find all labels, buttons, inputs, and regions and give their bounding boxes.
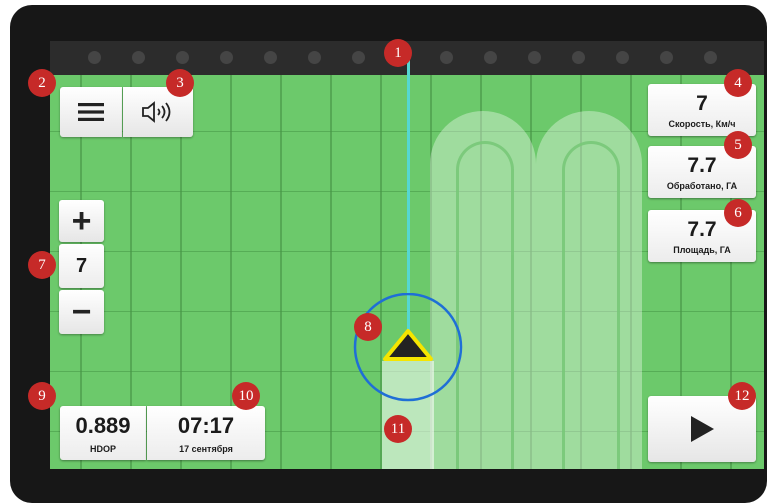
hdop-panel: 0.889 HDOP xyxy=(60,406,146,460)
plus-icon: + xyxy=(71,202,92,240)
field-stripe xyxy=(280,41,282,469)
indicator-dot xyxy=(616,51,629,64)
zoom-out-button[interactable]: − xyxy=(59,290,104,334)
indicator-dot xyxy=(132,51,145,64)
marker-11: 11 xyxy=(384,415,412,443)
indicator-dot xyxy=(308,51,321,64)
zoom-in-button[interactable]: + xyxy=(59,200,104,242)
indicator-dot xyxy=(220,51,233,64)
indicator-dot xyxy=(528,51,541,64)
clock-time: 07:17 xyxy=(177,413,235,438)
marker-8: 8 xyxy=(354,313,382,341)
field-stripe xyxy=(330,41,332,469)
clock-date: 17 сентября xyxy=(179,444,233,454)
zoom-level-display: 7 xyxy=(59,244,104,288)
marker-6: 6 xyxy=(724,199,752,227)
speaker-icon xyxy=(142,101,171,123)
speed-label: Скорость, Км/ч xyxy=(668,119,736,129)
indicator-dot xyxy=(704,51,717,64)
map-view[interactable]: + 7 − 7 Скорость, Км/ч 7.7 Обработано, Г… xyxy=(50,41,764,469)
play-icon xyxy=(691,416,714,442)
marker-2: 2 xyxy=(28,69,56,97)
field-area-label: Площадь, ГА xyxy=(673,245,731,255)
processed-area-label: Обработано, ГА xyxy=(666,181,738,191)
indicator-dot xyxy=(264,51,277,64)
track-outline xyxy=(562,141,620,469)
menu-button[interactable] xyxy=(60,87,122,137)
marker-7: 7 xyxy=(28,251,56,279)
hdop-label: HDOP xyxy=(89,444,116,454)
field-stripe xyxy=(230,41,232,469)
marker-4: 4 xyxy=(724,69,752,97)
clock-panel: 07:17 17 сентября xyxy=(147,406,265,460)
marker-1: 1 xyxy=(384,39,412,67)
indicator-dot xyxy=(88,51,101,64)
indicator-dot xyxy=(572,51,585,64)
indicator-dot xyxy=(440,51,453,64)
hdop-value: 0.889 xyxy=(75,413,131,438)
device-bezel: + 7 − 7 Скорость, Км/ч 7.7 Обработано, Г… xyxy=(10,5,767,503)
marker-5: 5 xyxy=(724,131,752,159)
marker-10: 10 xyxy=(232,382,260,410)
hamburger-menu-icon xyxy=(78,103,104,121)
indicator-dot xyxy=(660,51,673,64)
minus-icon: − xyxy=(71,293,92,331)
indicator-dot xyxy=(484,51,497,64)
vehicle-arrow-icon xyxy=(383,329,433,361)
indicator-dot xyxy=(176,51,189,64)
vehicle-position xyxy=(353,293,463,402)
marker-9: 9 xyxy=(28,382,56,410)
marker-3: 3 xyxy=(166,69,194,97)
indicator-dot xyxy=(352,51,365,64)
marker-12: 12 xyxy=(728,382,756,410)
zoom-level-value: 7 xyxy=(75,255,88,277)
